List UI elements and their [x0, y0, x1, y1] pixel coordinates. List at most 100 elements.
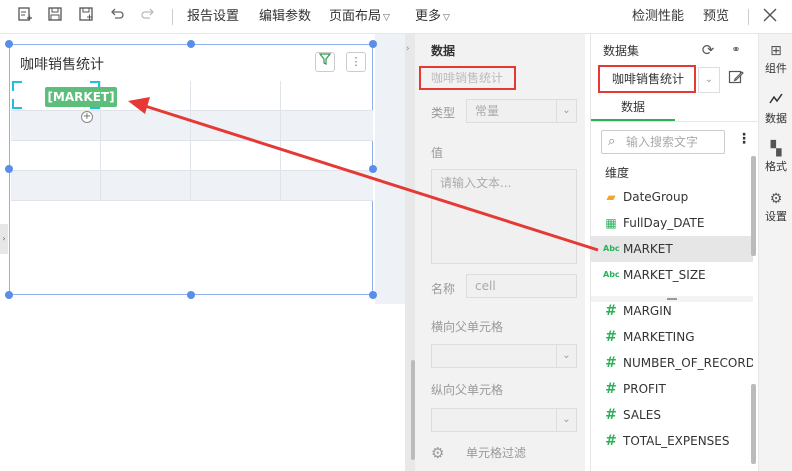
property-panel-scrollbar[interactable]: [411, 360, 415, 460]
field-search-input[interactable]: ⌕ 输入搜索文字: [601, 130, 725, 154]
save-icon[interactable]: [44, 6, 66, 28]
filter-icon[interactable]: [315, 52, 335, 72]
field-name: PROFIT: [623, 382, 666, 396]
table-cell[interactable]: [11, 141, 101, 170]
h-parent-label: 横向父单元格: [431, 320, 504, 334]
property-panel-header: 数据: [431, 44, 456, 58]
canvas-background: [375, 34, 405, 304]
number-field-icon: #: [605, 381, 617, 397]
table-component[interactable]: 咖啡销售统计 ⋮: [9, 44, 373, 295]
measure-scrollbar[interactable]: [751, 384, 756, 464]
field-item-selected[interactable]: Abc MARKET: [591, 236, 753, 262]
save-as-icon[interactable]: [75, 6, 97, 28]
side-tab-format[interactable]: ▚ 格式: [759, 140, 792, 174]
value-textarea[interactable]: 请输入文本...: [431, 169, 577, 264]
table-cell[interactable]: [281, 111, 371, 140]
add-cell-icon[interactable]: +: [81, 111, 93, 123]
menu-more[interactable]: 更多 ▽: [415, 8, 450, 27]
measure-item[interactable]: # MARGIN: [591, 298, 753, 324]
resize-handle[interactable]: [369, 40, 377, 48]
resize-handle[interactable]: [369, 291, 377, 299]
side-tab-label: 组件: [765, 62, 787, 75]
measure-item[interactable]: # PROFIT: [591, 376, 753, 402]
gear-icon: ⚙: [769, 191, 783, 207]
gear-icon[interactable]: ⚙: [431, 444, 444, 462]
cell-selection-corner: [12, 99, 22, 109]
design-canvas[interactable]: › 咖啡销售统计 ⋮ [MARKET] +: [0, 34, 405, 471]
dimension-group-label: 维度: [605, 166, 630, 180]
side-tab-components[interactable]: ⊞ 组件: [759, 42, 792, 76]
new-report-icon[interactable]: [14, 6, 36, 28]
measure-item[interactable]: # SALES: [591, 402, 753, 428]
edit-icon[interactable]: [726, 69, 746, 89]
table-cell[interactable]: [281, 171, 371, 200]
drag-field-tag[interactable]: [MARKET]: [45, 87, 117, 107]
menu-page-layout[interactable]: 页面布局 ▽: [329, 8, 390, 27]
text-field-icon: Abc: [603, 244, 620, 253]
more-options-icon[interactable]: ⋮: [346, 52, 366, 72]
redo-icon[interactable]: [137, 6, 159, 28]
measure-item[interactable]: # NUMBER_OF_RECORD: [591, 350, 753, 376]
type-select-value: 常量: [475, 104, 500, 118]
number-field-icon: #: [605, 355, 617, 371]
v-parent-select[interactable]: ⌄: [431, 408, 577, 432]
toolbar-separator: [748, 9, 749, 25]
value-label: 值: [431, 146, 444, 160]
chevron-down-icon[interactable]: ⌄: [698, 67, 720, 93]
field-item[interactable]: ▦ FullDay_DATE: [591, 210, 753, 236]
preview-button[interactable]: 预览: [703, 8, 729, 26]
name-input[interactable]: cell: [466, 274, 577, 298]
table-cell[interactable]: [101, 111, 191, 140]
tab-data[interactable]: 数据: [591, 98, 675, 122]
number-field-icon: #: [605, 433, 617, 449]
dataset-select[interactable]: 咖啡销售统计: [598, 65, 696, 93]
chevron-down-icon: ⌄: [556, 100, 576, 122]
table-cell[interactable]: [281, 81, 371, 110]
cell-filter-label[interactable]: 单元格过滤: [466, 444, 526, 461]
number-field-icon: #: [605, 329, 617, 345]
table-cell[interactable]: [281, 141, 371, 170]
menu-report-settings[interactable]: 报告设置: [187, 8, 239, 26]
side-tab-data[interactable]: 数据: [759, 92, 792, 126]
menu-edit-params[interactable]: 编辑参数: [259, 8, 311, 26]
resize-handle[interactable]: [5, 40, 13, 48]
check-performance-button[interactable]: 检测性能: [632, 8, 684, 26]
folder-icon: ▰: [606, 190, 616, 204]
refresh-icon[interactable]: ⟳: [698, 40, 718, 60]
link-icon[interactable]: ⚭: [726, 40, 746, 60]
resize-handle[interactable]: [369, 165, 377, 173]
field-name: MARKET_SIZE: [623, 268, 706, 282]
resize-handle[interactable]: [187, 40, 195, 48]
undo-icon[interactable]: [106, 6, 128, 28]
tab-divider: [591, 121, 759, 122]
collapse-left-icon[interactable]: ›: [0, 224, 8, 254]
table-cell[interactable]: [101, 171, 191, 200]
side-tab-settings[interactable]: ⚙ 设置: [759, 190, 792, 224]
field-item[interactable]: ▰ DateGroup: [591, 184, 753, 210]
table-cell[interactable]: [191, 171, 281, 200]
expand-arrow-icon: ›: [406, 44, 410, 54]
table-cell[interactable]: [11, 171, 101, 200]
resize-handle[interactable]: [5, 291, 13, 299]
h-parent-select[interactable]: ⌄: [431, 344, 577, 368]
table-cell[interactable]: [191, 81, 281, 110]
measure-item[interactable]: # MARKETING: [591, 324, 753, 350]
resize-handle[interactable]: [187, 291, 195, 299]
type-select[interactable]: 常量 ⌄: [466, 99, 577, 123]
side-tab-label: 数据: [765, 112, 787, 125]
name-label: 名称: [431, 282, 456, 296]
close-icon[interactable]: [759, 6, 781, 28]
table-cell[interactable]: [191, 141, 281, 170]
more-options-icon[interactable]: ⋮: [737, 131, 751, 147]
resize-handle[interactable]: [5, 165, 13, 173]
table-cell[interactable]: [191, 111, 281, 140]
v-parent-label: 纵向父单元格: [431, 383, 504, 397]
text-field-icon: Abc: [603, 270, 620, 279]
table-cell[interactable]: [101, 141, 191, 170]
toolbar-separator: [172, 9, 173, 25]
measure-item[interactable]: # TOTAL_EXPENSES: [591, 428, 753, 454]
toolbar: 报告设置 编辑参数 页面布局 ▽ 更多 ▽ 检测性能 预览: [0, 0, 792, 34]
field-item[interactable]: Abc MARKET_SIZE: [591, 262, 753, 288]
number-field-icon: #: [605, 303, 617, 319]
dimension-scrollbar[interactable]: [751, 156, 756, 256]
